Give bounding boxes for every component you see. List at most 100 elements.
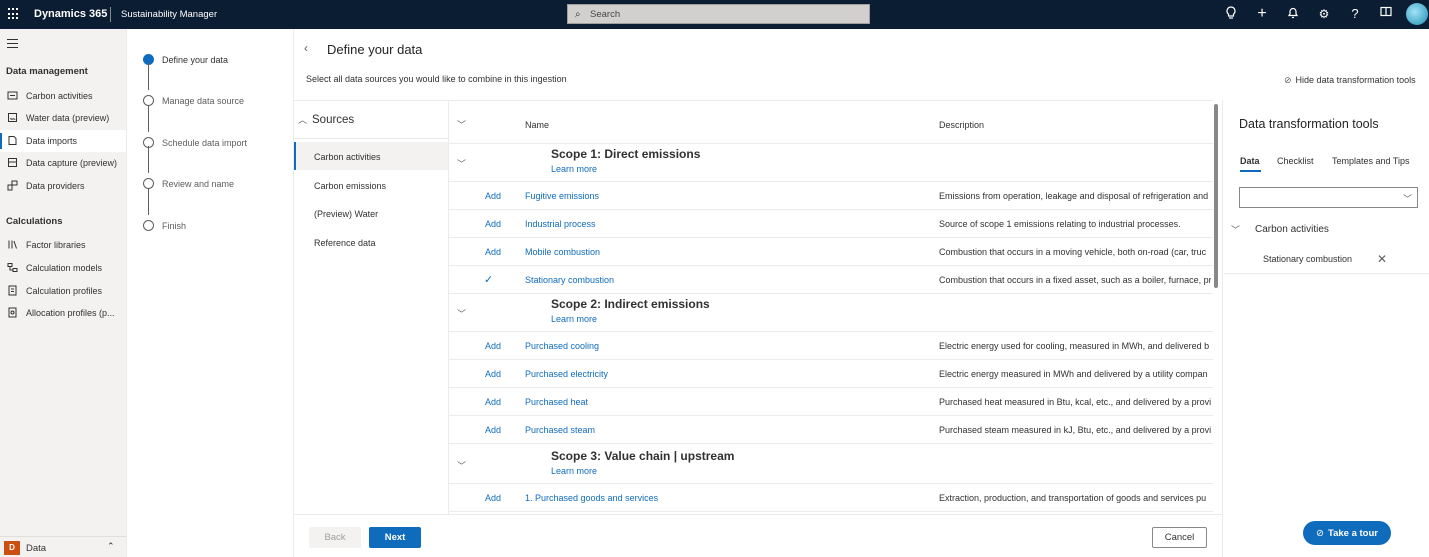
entity-name-link[interactable]: Purchased steam (525, 425, 595, 435)
take-a-tour-button[interactable]: ⊘ Take a tour (1303, 521, 1391, 545)
scrollbar-thumb[interactable] (1214, 104, 1218, 288)
table-row: Add Fugitive emissions Emissions from op… (449, 182, 1213, 210)
allocation-profiles-icon (7, 307, 19, 321)
data-transformation-panel: Data transformation tools Data Checklist… (1222, 100, 1429, 557)
add-button[interactable]: Add (485, 493, 501, 503)
entity-description: Electric energy used for cooling, measur… (939, 341, 1210, 351)
page-subtitle: Select all data sources you would like t… (306, 74, 567, 84)
table-row: Add 1. Purchased goods and services Extr… (449, 484, 1213, 512)
sources-header[interactable]: ︿ Sources (294, 101, 449, 139)
step-connector (148, 105, 149, 132)
chevron-down-icon[interactable]: ﹀ (457, 307, 466, 320)
eye-hide-icon: ⊘ (1284, 75, 1292, 85)
tab-templates-and-tips[interactable]: Templates and Tips (1332, 156, 1410, 166)
entity-name-link[interactable]: Mobile combustion (525, 247, 600, 257)
add-button[interactable]: Add (485, 191, 501, 201)
add-button[interactable]: Add (485, 247, 501, 257)
collapse-all-chevron-icon[interactable]: ﹀ (457, 118, 466, 131)
entity-name-link[interactable]: Purchased heat (525, 397, 588, 407)
feedback-icon[interactable] (1378, 6, 1394, 22)
nav-item-allocation-profiles[interactable]: Allocation profiles (p... (0, 302, 126, 324)
learn-more-link[interactable]: Learn more (551, 164, 597, 174)
table-row: Add Purchased electricity Electric energ… (449, 360, 1213, 388)
learn-more-link[interactable]: Learn more (551, 314, 597, 324)
brand-name[interactable]: Dynamics 365 (34, 8, 107, 20)
hamburger-menu-icon[interactable] (7, 39, 18, 48)
group-scope-3-upstream: ﹀ Scope 3: Value chain | upstream Learn … (449, 446, 1213, 484)
cancel-button[interactable]: Cancel (1152, 527, 1207, 548)
app-launcher-icon[interactable] (8, 8, 20, 20)
add-button[interactable]: Add (485, 341, 501, 351)
gear-icon[interactable]: ⚙ (1316, 6, 1332, 22)
chevron-down-icon[interactable]: ﹀ (1231, 223, 1240, 236)
tab-data[interactable]: Data (1240, 156, 1260, 166)
chevron-up-icon: ︿ (298, 115, 308, 125)
selected-group-label: Carbon activities (1255, 224, 1329, 235)
step-define-your-data[interactable]: Define your data (127, 51, 294, 71)
app-name[interactable]: Sustainability Manager (121, 9, 217, 20)
chevron-down-icon[interactable]: ﹀ (457, 157, 466, 170)
tab-checklist[interactable]: Checklist (1277, 156, 1314, 166)
step-connector (148, 146, 149, 173)
source-item-carbon-activities[interactable]: Carbon activities (294, 142, 448, 170)
nav-item-calculation-profiles[interactable]: Calculation profiles (0, 280, 126, 302)
entity-name-link[interactable]: Fugitive emissions (525, 191, 599, 201)
brand-separator (110, 7, 111, 22)
left-navigation: Data management Carbon activities Water … (0, 29, 127, 557)
entity-description: Source of scope 1 emissions relating to … (939, 219, 1181, 229)
plus-icon[interactable]: + (1254, 6, 1270, 22)
nav-section-calculations: Calculations (6, 216, 63, 227)
back-button[interactable]: Back (309, 527, 361, 548)
area-switcher[interactable]: D Data ⌃ (0, 536, 126, 557)
close-icon[interactable]: ✕ (1377, 252, 1387, 266)
step-schedule-data-import[interactable]: Schedule data import (127, 134, 294, 154)
checkmark-icon[interactable]: ✓ (484, 273, 493, 286)
bell-icon[interactable] (1285, 6, 1301, 22)
learn-more-link[interactable]: Learn more (551, 466, 597, 476)
source-item-reference-data[interactable]: Reference data (294, 228, 448, 256)
table-row: ✓ Stationary combustion Combustion that … (449, 266, 1213, 294)
entity-dropdown[interactable]: ﹀ (1239, 187, 1418, 208)
search-box[interactable]: ⌕ Search (567, 4, 870, 24)
nav-item-data-providers[interactable]: Data providers (0, 175, 126, 197)
user-avatar[interactable] (1406, 3, 1428, 25)
table-row: Add Purchased cooling Electric energy us… (449, 332, 1213, 360)
data-capture-icon (7, 157, 19, 171)
nav-item-data-imports[interactable]: Data imports (0, 130, 126, 152)
add-button[interactable]: Add (485, 397, 501, 407)
add-button[interactable]: Add (485, 369, 501, 379)
entity-name-link[interactable]: 1. Purchased goods and services (525, 493, 658, 503)
help-icon[interactable]: ? (1347, 6, 1363, 22)
table-row: Add Purchased heat Purchased heat measur… (449, 388, 1213, 416)
add-button[interactable]: Add (485, 219, 501, 229)
next-button[interactable]: Next (369, 527, 421, 548)
step-indicator (143, 220, 154, 231)
entity-name-link[interactable]: Purchased cooling (525, 341, 599, 351)
add-button[interactable]: Add (485, 425, 501, 435)
back-arrow-icon[interactable]: ‹ (304, 41, 308, 55)
nav-item-carbon-activities[interactable]: Carbon activities (0, 85, 126, 107)
check-circle-icon: ⊘ (1316, 527, 1324, 539)
water-data-icon (7, 112, 19, 126)
step-finish[interactable]: Finish (127, 217, 294, 237)
entity-description: Electric energy measured in MWh and deli… (939, 369, 1208, 379)
chevron-down-icon[interactable]: ﹀ (457, 459, 466, 472)
lightbulb-icon[interactable] (1223, 6, 1239, 22)
search-icon: ⌕ (575, 9, 581, 20)
entity-name-link[interactable]: Purchased electricity (525, 369, 608, 379)
active-tab-indicator (1240, 170, 1261, 172)
nav-item-water-data[interactable]: Water data (preview) (0, 107, 126, 129)
step-manage-data-source[interactable]: Manage data source (127, 92, 294, 112)
table-scrollbar[interactable] (1213, 104, 1219, 514)
entity-description: Purchased steam measured in kJ, Btu, etc… (939, 425, 1211, 435)
source-item-carbon-emissions[interactable]: Carbon emissions (294, 171, 448, 199)
entity-name-link[interactable]: Stationary combustion (525, 275, 614, 285)
entity-name-link[interactable]: Industrial process (525, 219, 596, 229)
source-item-water[interactable]: (Preview) Water (294, 199, 448, 227)
step-review-and-name[interactable]: Review and name (127, 175, 294, 195)
chevron-up-down-icon: ⌃ (107, 541, 115, 551)
nav-item-factor-libraries[interactable]: Factor libraries (0, 234, 126, 256)
nav-item-data-capture[interactable]: Data capture (preview) (0, 152, 126, 174)
hide-tools-button[interactable]: ⊘ Hide data transformation tools (1284, 75, 1416, 86)
nav-item-calculation-models[interactable]: Calculation models (0, 257, 126, 279)
